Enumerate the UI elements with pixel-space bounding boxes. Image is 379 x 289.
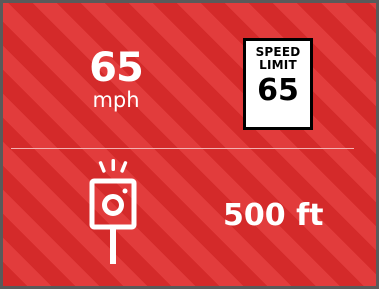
speed-alert-screen: 65 mph SPEED LIMIT 65 500 ft <box>0 0 379 289</box>
speed-limit-value: 65 <box>257 73 299 108</box>
current-speed-unit: mph <box>92 88 140 112</box>
current-speed-value: 65 <box>89 45 144 91</box>
divider <box>11 148 354 149</box>
camera-distance: 500 ft <box>223 198 324 233</box>
speed-camera-icon <box>89 159 137 264</box>
speed-limit-title: SPEED LIMIT <box>255 45 301 72</box>
current-speed: 65 mph <box>79 47 153 111</box>
speed-limit-sign: SPEED LIMIT 65 <box>243 38 313 130</box>
